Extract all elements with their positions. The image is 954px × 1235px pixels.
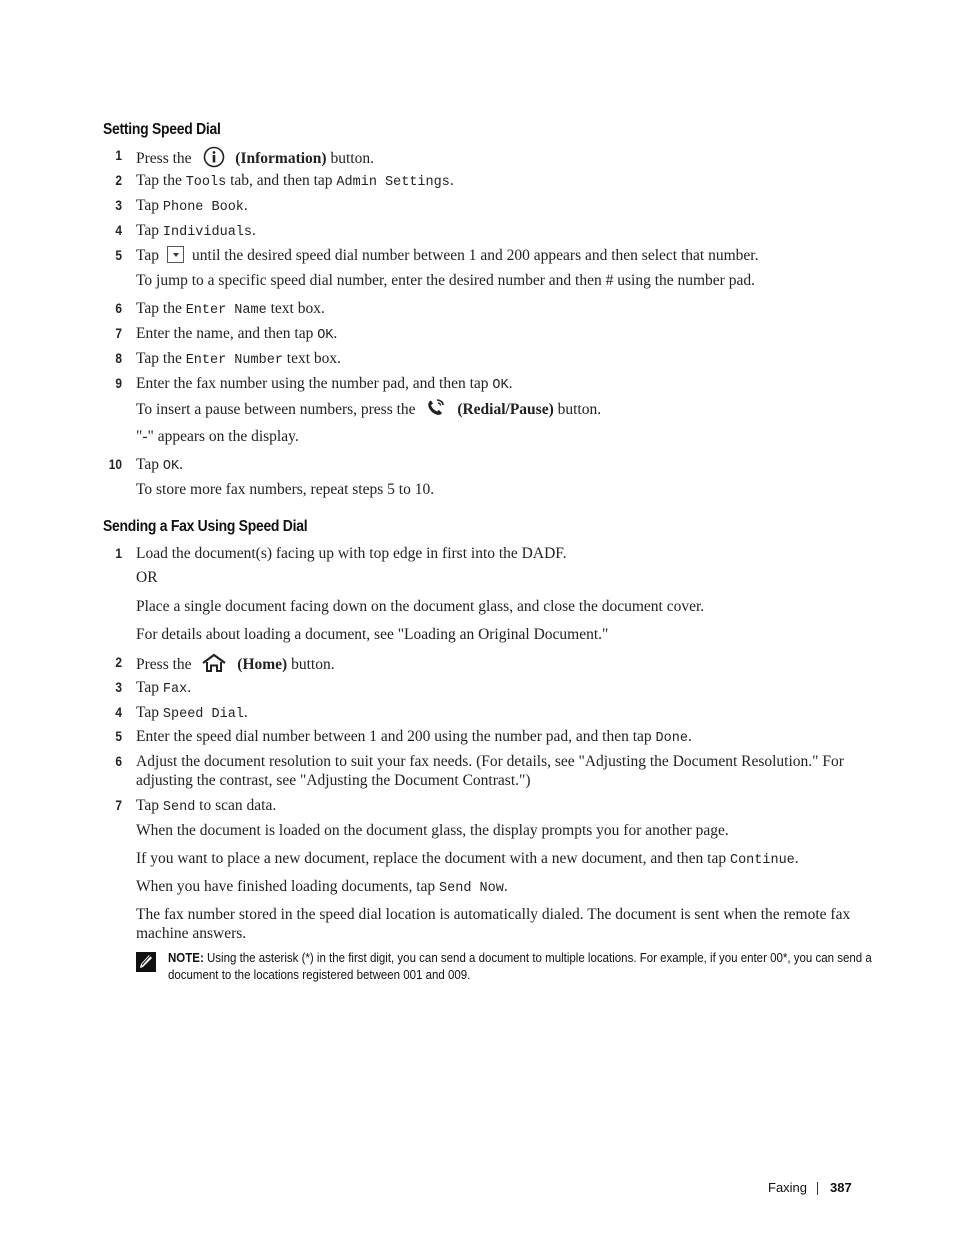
section-heading-setting-speed-dial: Setting Speed Dial: [103, 121, 221, 138]
ui-term: Enter Number: [185, 353, 283, 368]
note-pencil-icon: [136, 952, 156, 972]
note-text: Using the asterisk (*) in the first digi…: [168, 951, 872, 982]
note-label: NOTE:: [168, 951, 204, 965]
ui-term: Admin Settings: [336, 175, 450, 190]
ui-term: Fax: [162, 682, 188, 697]
ui-term: Speed Dial: [162, 707, 244, 722]
ui-term: Send Now: [439, 881, 504, 896]
ui-term: Tools: [185, 175, 227, 190]
page-number: 387: [830, 1180, 852, 1195]
footer-divider: [817, 1182, 818, 1195]
dropdown-arrow-icon: [167, 246, 185, 263]
ui-term: Enter Name: [185, 303, 267, 318]
information-icon: [203, 146, 225, 173]
home-icon: [201, 653, 227, 678]
ui-term: Send: [162, 800, 196, 815]
step-number: 1: [115, 147, 122, 163]
ui-term: Phone Book: [162, 200, 244, 215]
ui-term: Done: [655, 731, 688, 746]
footer-section-name: Faxing: [768, 1180, 808, 1195]
document-page: Setting Speed Dial 1 Press the (Informat…: [103, 121, 872, 1195]
section-heading-sending-fax-speed-dial: Sending a Fax Using Speed Dial: [103, 518, 308, 535]
ui-term: OK: [162, 459, 180, 474]
ui-term: Individuals: [162, 225, 253, 240]
ui-term: Continue: [729, 853, 795, 868]
ui-term: OK: [492, 378, 509, 393]
redial-pause-icon: [425, 399, 447, 422]
ui-term: OK: [317, 328, 334, 343]
